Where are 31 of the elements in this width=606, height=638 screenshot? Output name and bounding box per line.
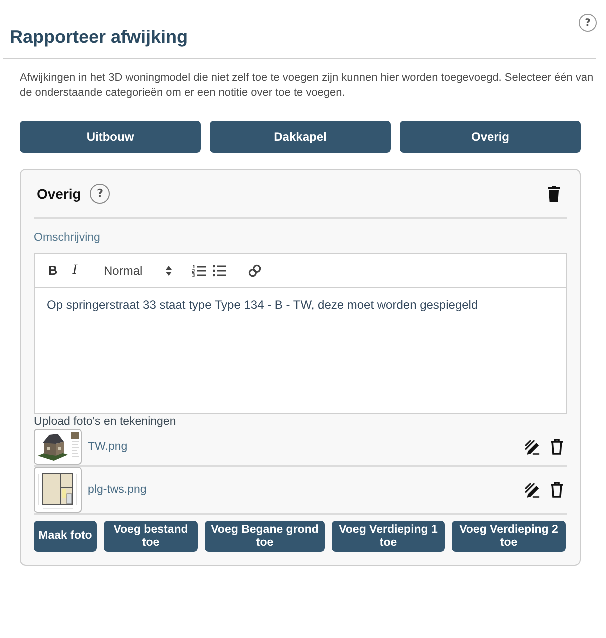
action-button[interactable]: Voeg Verdieping 2 toe (452, 521, 566, 552)
pencil-icon[interactable] (525, 440, 540, 454)
bold-button[interactable]: B (42, 258, 64, 282)
pencil-icon[interactable] (525, 482, 540, 498)
action-button[interactable]: Voeg Begane grond toe (205, 521, 325, 552)
house-thumbnail-drawing (34, 429, 82, 465)
numbered-list-icon[interactable] (192, 264, 206, 276)
category-button[interactable]: Dakkapel (210, 121, 391, 153)
intro-text: Afwijkingen in het 3D woningmodel die niet zelf toe te voegen zijn kunnen hier worden toegevoegd. Selecteer één van de onderstaande categorieën om er een notitie over toe te voegen. (20, 71, 595, 101)
action-button[interactable]: Voeg Verdieping 1 toe (332, 521, 445, 552)
upload-label: Upload foto's en tekeningen (34, 415, 178, 429)
help-button[interactable]: ? (579, 14, 597, 32)
italic-button[interactable]: I (64, 258, 86, 282)
trash-icon[interactable] (551, 482, 563, 498)
field-label: Omschrijving (34, 231, 102, 245)
file-name: TW.png (88, 441, 128, 453)
trash-icon[interactable] (551, 439, 563, 455)
category-button[interactable]: Overig (400, 121, 581, 153)
category-button[interactable]: Uitbouw (20, 121, 201, 153)
trash-icon[interactable] (548, 186, 560, 202)
page-title: Rapporteer afwijking (10, 26, 188, 48)
bullet-list-icon[interactable] (213, 264, 226, 276)
updown-caret-icon (166, 266, 172, 276)
file-name: plg-tws.png (88, 484, 147, 496)
format-select[interactable]: Normal (100, 258, 176, 282)
action-button[interactable]: Voeg bestand toe (104, 521, 198, 552)
action-button[interactable]: Maak foto (34, 521, 97, 552)
card-title: Overig (37, 186, 82, 202)
help-button[interactable]: ? (90, 184, 110, 204)
link-icon[interactable] (248, 264, 262, 278)
description-field[interactable]: Op springerstraat 33 staat type Type 134 - B - TW, deze moet worden gespiegeld (35, 287, 566, 413)
